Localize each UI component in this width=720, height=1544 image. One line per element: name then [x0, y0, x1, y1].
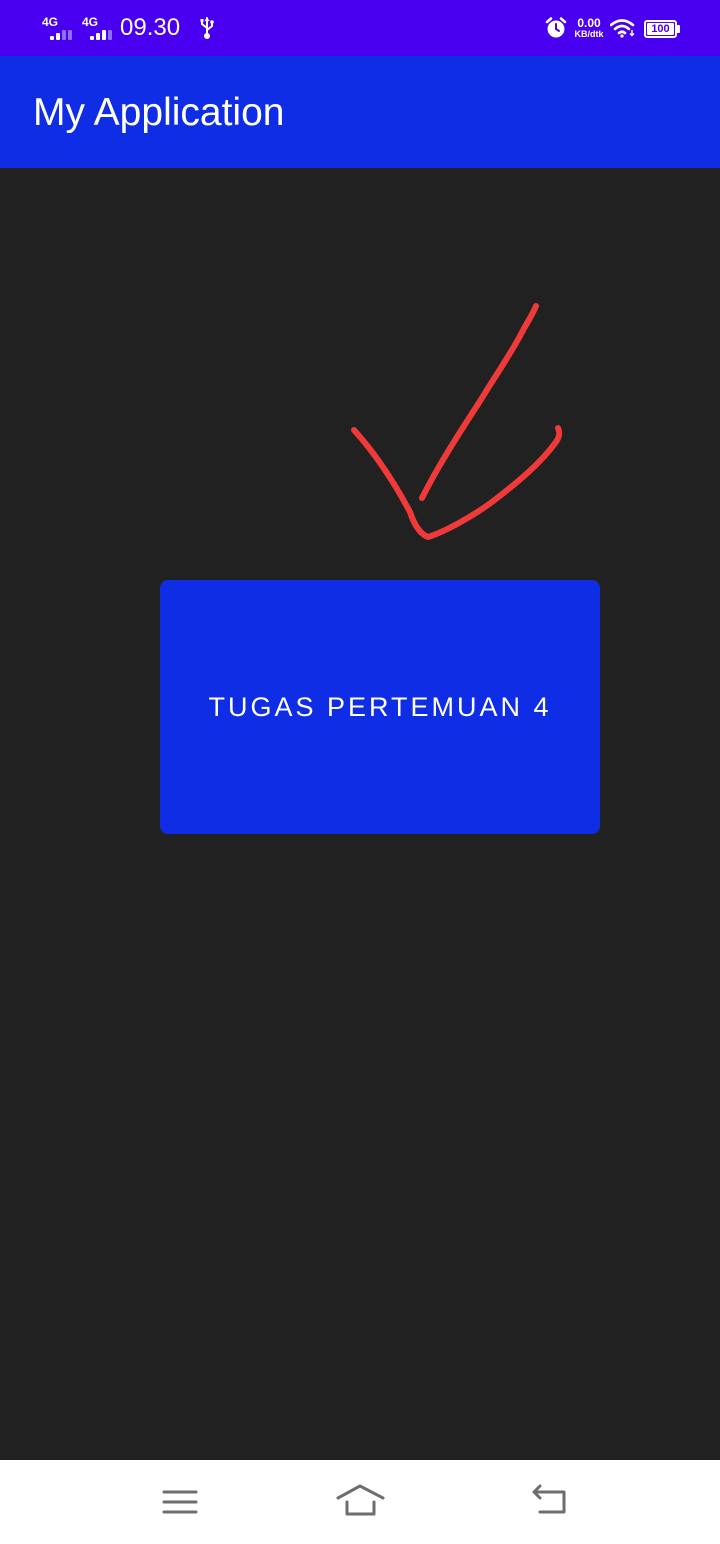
back-icon[interactable]: [524, 1478, 574, 1526]
red-arrow-icon: [351, 303, 563, 540]
battery-icon: 100: [644, 20, 680, 38]
usb-icon: [200, 17, 214, 39]
net-speed-unit: KB/dtk: [574, 29, 604, 39]
navigation-bar: [0, 1460, 720, 1544]
menu-icon[interactable]: [155, 1478, 205, 1526]
sim1-signal-icon: 4G: [42, 16, 76, 40]
net-speed-value: 0.00: [577, 16, 601, 30]
tugas-pertemuan-4-button[interactable]: TUGAS PERTEMUAN 4: [160, 580, 600, 834]
alarm-icon: [545, 17, 567, 38]
app-bar: My Application: [0, 56, 720, 168]
net-speed: 0.00 KB/dtk: [572, 17, 606, 39]
status-bar: 4G 4G 09.30 0.00 KB/dtk 100: [0, 0, 720, 56]
sim2-network-label: 4G: [82, 15, 99, 29]
battery-level: 100: [651, 23, 670, 35]
app-title: My Application: [33, 91, 285, 134]
sim1-network-label: 4G: [42, 15, 59, 29]
home-icon[interactable]: [335, 1478, 385, 1526]
status-time: 09.30: [120, 14, 181, 41]
wifi-icon: [610, 19, 635, 38]
screen: 4G 4G 09.30 0.00 KB/dtk 100 My Applicati…: [0, 0, 720, 1544]
sim2-signal-icon: 4G: [82, 16, 116, 40]
